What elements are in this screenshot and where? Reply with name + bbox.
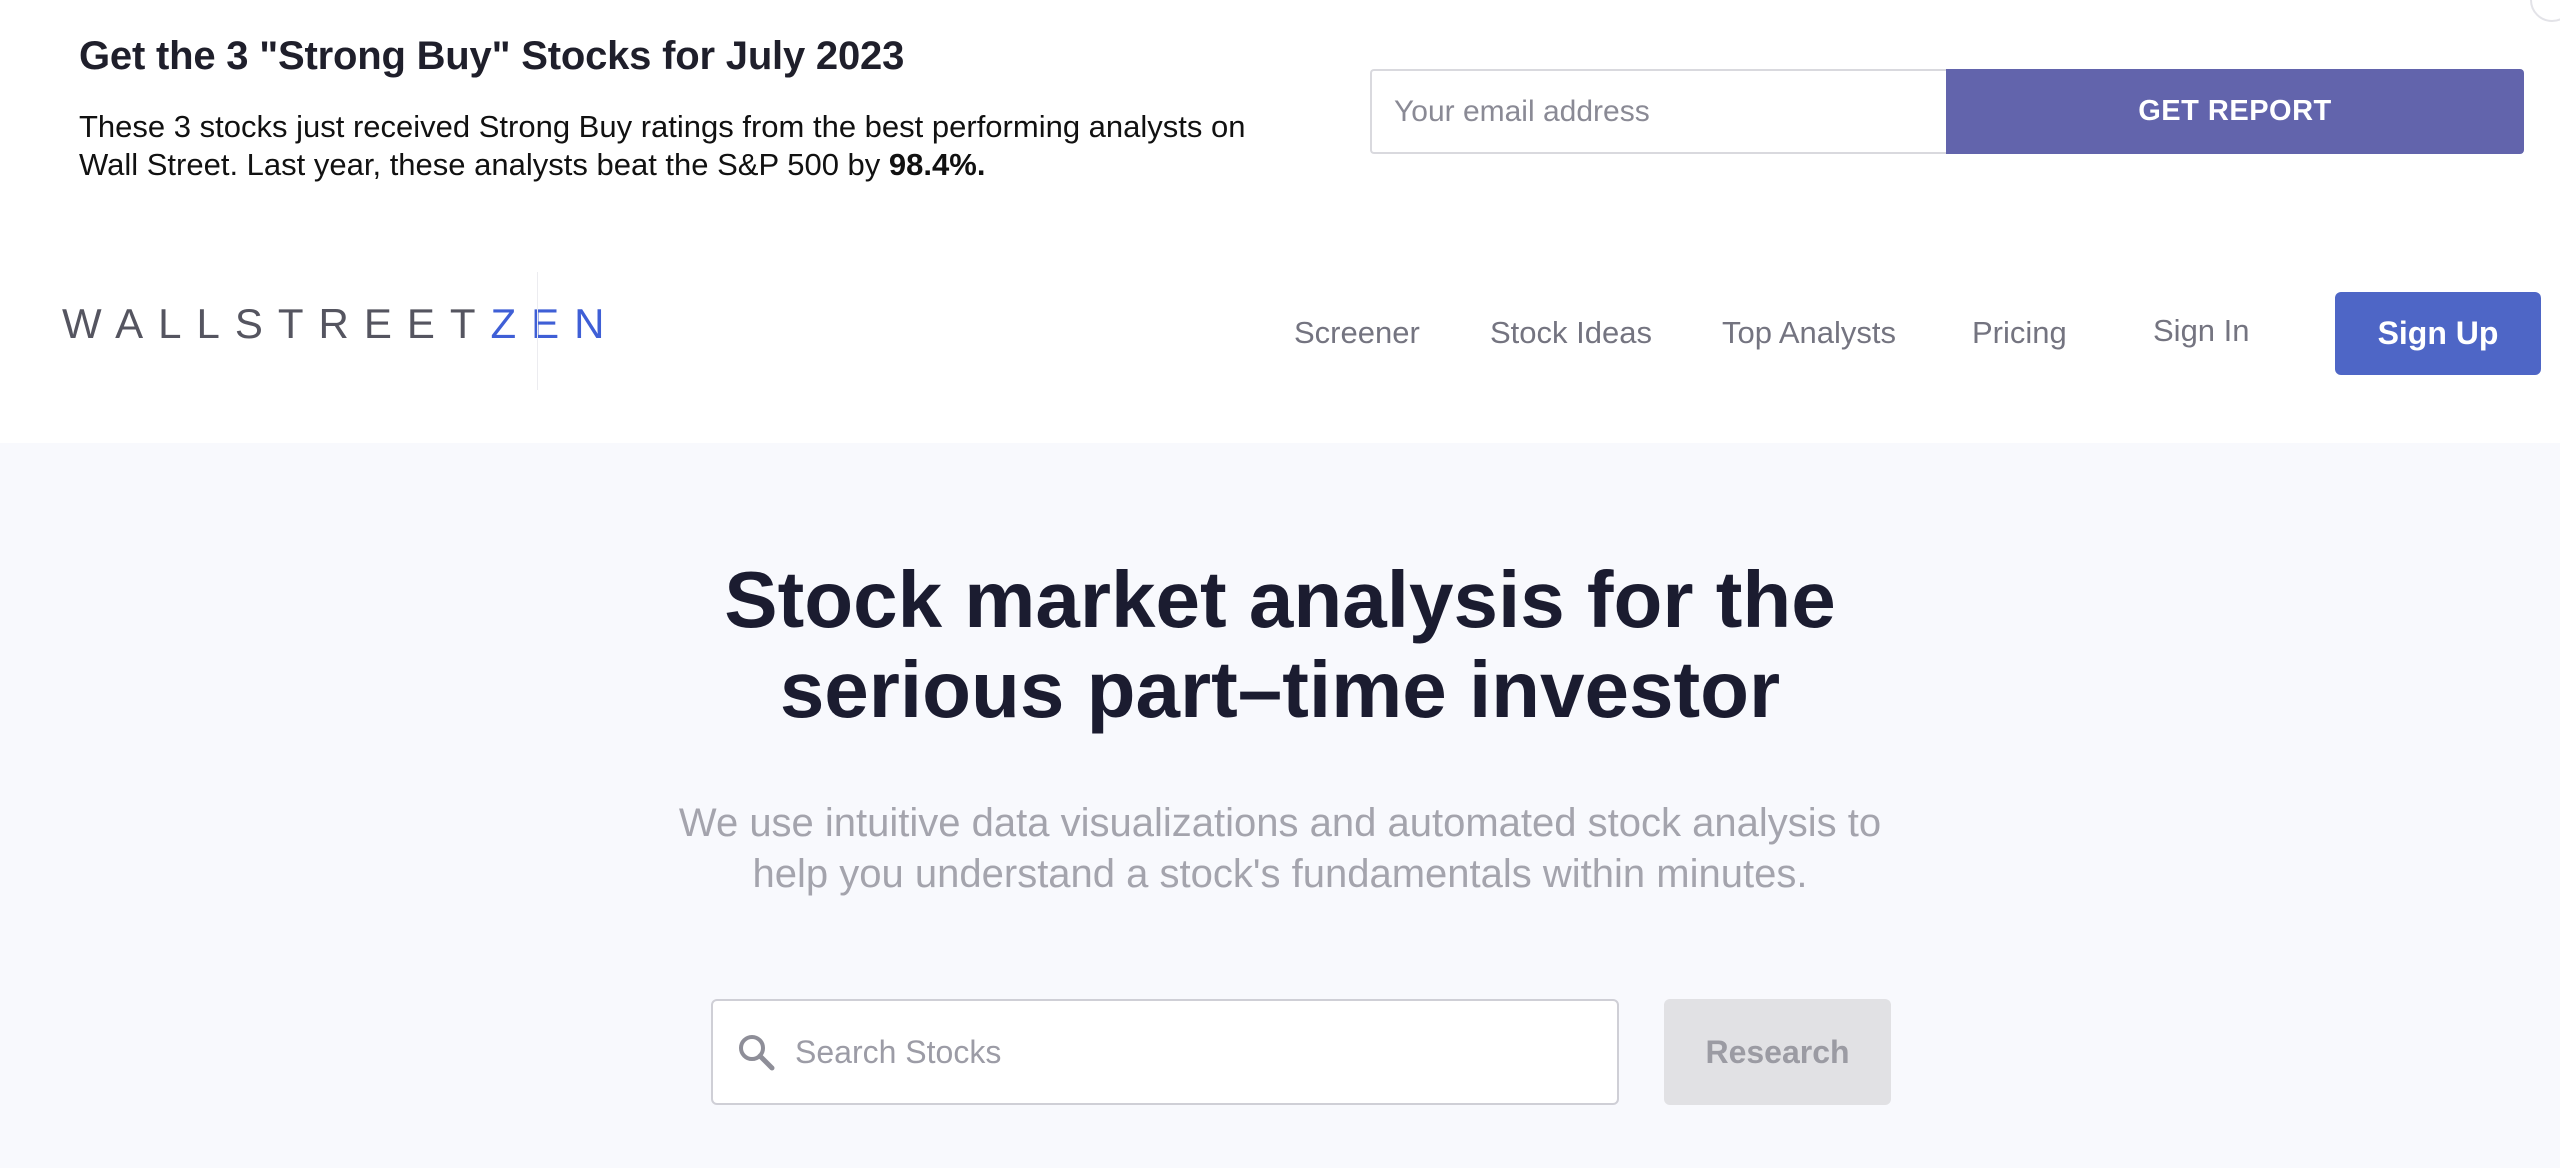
stock-search-box[interactable] <box>711 999 1619 1105</box>
promo-text-body: These 3 stocks just received Strong Buy … <box>79 109 1246 182</box>
corner-close-icon[interactable] <box>2530 0 2560 22</box>
nav-sign-in[interactable]: Sign In <box>2153 313 2250 349</box>
nav-screener[interactable]: Screener <box>1294 315 1420 351</box>
hero-subtitle-line2: help you understand a stock's fundamenta… <box>752 852 1808 896</box>
promo-title: Get the 3 "Strong Buy" Stocks for July 2… <box>79 34 905 78</box>
hero-subtitle: We use intuitive data visualizations and… <box>0 798 2560 900</box>
logo-divider <box>537 272 538 390</box>
nav-pricing[interactable]: Pricing <box>1972 315 2067 351</box>
get-report-button[interactable]: GET REPORT <box>1946 69 2524 154</box>
search-input[interactable] <box>795 1001 1595 1103</box>
sign-up-button[interactable]: Sign Up <box>2335 292 2541 375</box>
logo-main: WALLSTREET <box>62 300 491 347</box>
hero-title-line1: Stock market analysis for the <box>724 555 1836 644</box>
hero-title-line2: serious part–time investor <box>779 645 1781 734</box>
wallstreetzen-logo[interactable]: WALLSTREETZEN <box>62 300 620 348</box>
research-button[interactable]: Research <box>1664 999 1891 1105</box>
logo-accent: ZEN <box>490 300 620 347</box>
promo-banner: Get the 3 "Strong Buy" Stocks for July 2… <box>0 0 2560 270</box>
nav-top-analysts[interactable]: Top Analysts <box>1722 315 1896 351</box>
promo-highlight: 98.4%. <box>888 147 986 182</box>
search-icon <box>739 1035 775 1071</box>
email-input[interactable] <box>1370 69 1948 154</box>
promo-text: These 3 stocks just received Strong Buy … <box>79 108 1279 184</box>
hero-subtitle-line1: We use intuitive data visualizations and… <box>678 801 1882 845</box>
nav-stock-ideas[interactable]: Stock Ideas <box>1490 315 1652 351</box>
hero-title: Stock market analysis for the serious pa… <box>0 555 2560 735</box>
hero-section: Stock market analysis for the serious pa… <box>0 443 2560 1168</box>
